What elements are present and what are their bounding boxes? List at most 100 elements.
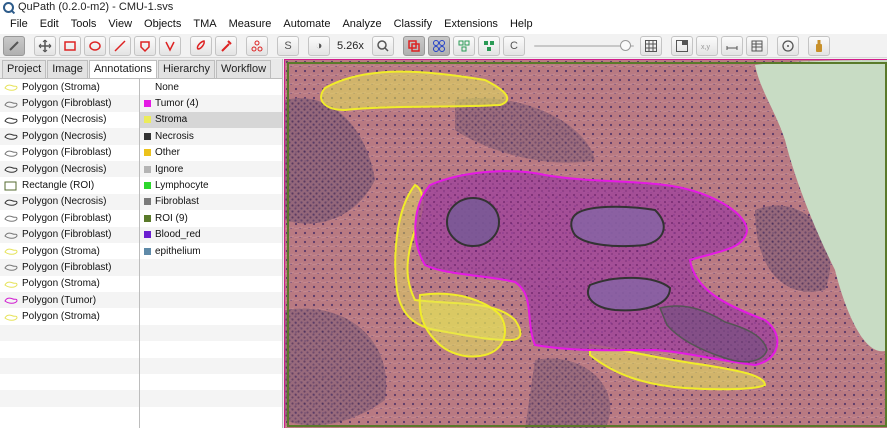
script-editor-button[interactable]: [776, 35, 799, 56]
annotation-list-item[interactable]: Polygon (Tumor): [0, 292, 139, 309]
opacity-slider-thumb[interactable]: [619, 39, 631, 51]
class-list-item[interactable]: Stroma: [140, 111, 282, 129]
tab-image[interactable]: Image: [47, 60, 88, 78]
class-list-item[interactable]: Tumor (4): [140, 95, 282, 112]
menu-measure[interactable]: Measure: [223, 18, 278, 30]
measurement-table-button[interactable]: [745, 35, 768, 56]
annotation-list-item[interactable]: Polygon (Fibroblast): [0, 259, 139, 276]
empty-row: [140, 407, 282, 423]
polygon-stroma-icon: [4, 281, 18, 288]
brush-tool-button[interactable]: [190, 35, 212, 56]
class-label: Tumor (4): [155, 98, 199, 110]
polygon-necrosis-icon: [4, 199, 18, 206]
pixel-classification-button[interactable]: C: [502, 35, 525, 56]
rectangle-roi-icon: [4, 181, 17, 191]
show-location-button[interactable]: x,y: [695, 35, 718, 56]
necrosis-annotation[interactable]: [587, 276, 672, 312]
slide-image[interactable]: [285, 60, 887, 428]
empty-row: [140, 357, 282, 375]
class-list-item[interactable]: None: [140, 79, 282, 95]
class-label: Necrosis: [155, 130, 194, 142]
class-list-item[interactable]: Other: [140, 145, 282, 161]
menu-edit[interactable]: Edit: [34, 18, 65, 30]
necrosis-annotation[interactable]: [446, 197, 500, 247]
show-grid-button[interactable]: [639, 35, 662, 56]
annotation-list-item[interactable]: Rectangle (ROI): [0, 177, 139, 193]
class-list-item[interactable]: Blood_red: [140, 226, 282, 243]
annotation-list-item[interactable]: Polygon (Stroma): [0, 243, 139, 259]
class-list[interactable]: None Tumor (4) Stroma Necrosis Other Ignore Ly…: [140, 79, 282, 428]
annotation-label: Polygon (Stroma): [22, 311, 100, 323]
menu-help[interactable]: Help: [504, 18, 539, 30]
fill-detections-button[interactable]: [477, 35, 500, 56]
ellipse-tool-button[interactable]: [84, 35, 106, 56]
menu-objects[interactable]: Objects: [138, 18, 187, 30]
menu-file[interactable]: File: [4, 18, 34, 30]
empty-row: [140, 324, 282, 342]
pan-hand-icon: [9, 40, 19, 51]
opacity-slider[interactable]: [533, 36, 634, 56]
line-tool-button[interactable]: [109, 35, 131, 56]
class-list-item[interactable]: Ignore: [140, 160, 282, 178]
show-annotations-button[interactable]: [402, 35, 425, 56]
move-tool-button[interactable]: [3, 35, 25, 56]
annotation-list-item[interactable]: Polygon (Fibroblast): [0, 145, 139, 161]
tab-project[interactable]: Project: [2, 60, 47, 78]
move-arrows-button[interactable]: [34, 35, 56, 56]
tab-hierarchy[interactable]: Hierarchy: [157, 60, 216, 78]
annotation-list-item[interactable]: Polygon (Necrosis): [0, 160, 139, 178]
tab-annotations[interactable]: Annotations: [88, 60, 157, 78]
analysis-panel: Project Image Annotations Hierarchy Work…: [0, 59, 283, 428]
menu-tools[interactable]: Tools: [65, 18, 103, 30]
wand-tool-button[interactable]: [215, 35, 237, 56]
zoom-to-fit-button[interactable]: [371, 35, 394, 56]
bottle-icon: [815, 39, 822, 52]
show-detections-button[interactable]: [452, 35, 475, 56]
annotation-list-item[interactable]: Polygon (Necrosis): [0, 193, 139, 211]
menu-tma[interactable]: TMA: [187, 18, 222, 30]
brightness-contrast-button[interactable]: ◑: [308, 35, 330, 56]
polyline-tool-button[interactable]: [159, 35, 181, 56]
annotation-list-item[interactable]: Polygon (Fibroblast): [0, 226, 139, 243]
annotation-list-item[interactable]: Polygon (Stroma): [0, 79, 139, 95]
show-overview-button[interactable]: [670, 35, 693, 56]
empty-row: [0, 324, 139, 342]
log-button[interactable]: [807, 35, 830, 56]
menu-analyze[interactable]: Analyze: [336, 18, 387, 30]
class-list-item[interactable]: Fibroblast: [140, 193, 282, 211]
menu-automate[interactable]: Automate: [277, 18, 336, 30]
selection-mode-button[interactable]: S: [277, 35, 299, 56]
menu-classify[interactable]: Classify: [388, 18, 439, 30]
annotation-list-item[interactable]: Polygon (Necrosis): [0, 128, 139, 145]
annotation-list-item[interactable]: Polygon (Stroma): [0, 276, 139, 292]
menu-extensions[interactable]: Extensions: [438, 18, 504, 30]
class-label: Lymphocyte: [155, 180, 209, 192]
class-list-item[interactable]: Necrosis: [140, 128, 282, 145]
class-label: Other: [155, 147, 181, 159]
title-bar: QuPath (0.2.0-m2) - CMU-1.svs: [0, 0, 887, 14]
image-viewer[interactable]: [284, 59, 887, 428]
class-list-item[interactable]: ROI (9): [140, 210, 282, 226]
show-scalebar-button[interactable]: [720, 35, 743, 56]
points-tool-button[interactable]: [246, 35, 268, 56]
annotation-list-item[interactable]: Polygon (Fibroblast): [0, 210, 139, 226]
line-icon: [114, 39, 126, 52]
polygon-tumor-icon: [4, 297, 18, 305]
overview-icon: [675, 39, 688, 52]
show-tma-grid-button[interactable]: [427, 35, 450, 56]
class-list-item[interactable]: epithelium: [140, 243, 282, 259]
necrosis-annotation[interactable]: [570, 205, 665, 248]
annotation-list-item[interactable]: Polygon (Fibroblast): [0, 95, 139, 112]
class-list-item[interactable]: Lymphocyte: [140, 177, 282, 193]
menu-view[interactable]: View: [102, 18, 138, 30]
rectangle-tool-button[interactable]: [59, 35, 81, 56]
detections-icon: [458, 40, 470, 51]
annotation-list[interactable]: Polygon (Stroma) Polygon (Fibroblast) Poly…: [0, 79, 140, 428]
annotation-label: Rectangle (ROI): [22, 180, 95, 192]
brush-icon: [196, 39, 205, 50]
polygon-fibroblast-icon: [4, 265, 18, 272]
polygon-tool-button[interactable]: [134, 35, 156, 56]
annotation-list-item[interactable]: Polygon (Stroma): [0, 308, 139, 324]
tab-workflow[interactable]: Workflow: [216, 60, 272, 78]
annotation-list-item[interactable]: Polygon (Necrosis): [0, 112, 139, 128]
